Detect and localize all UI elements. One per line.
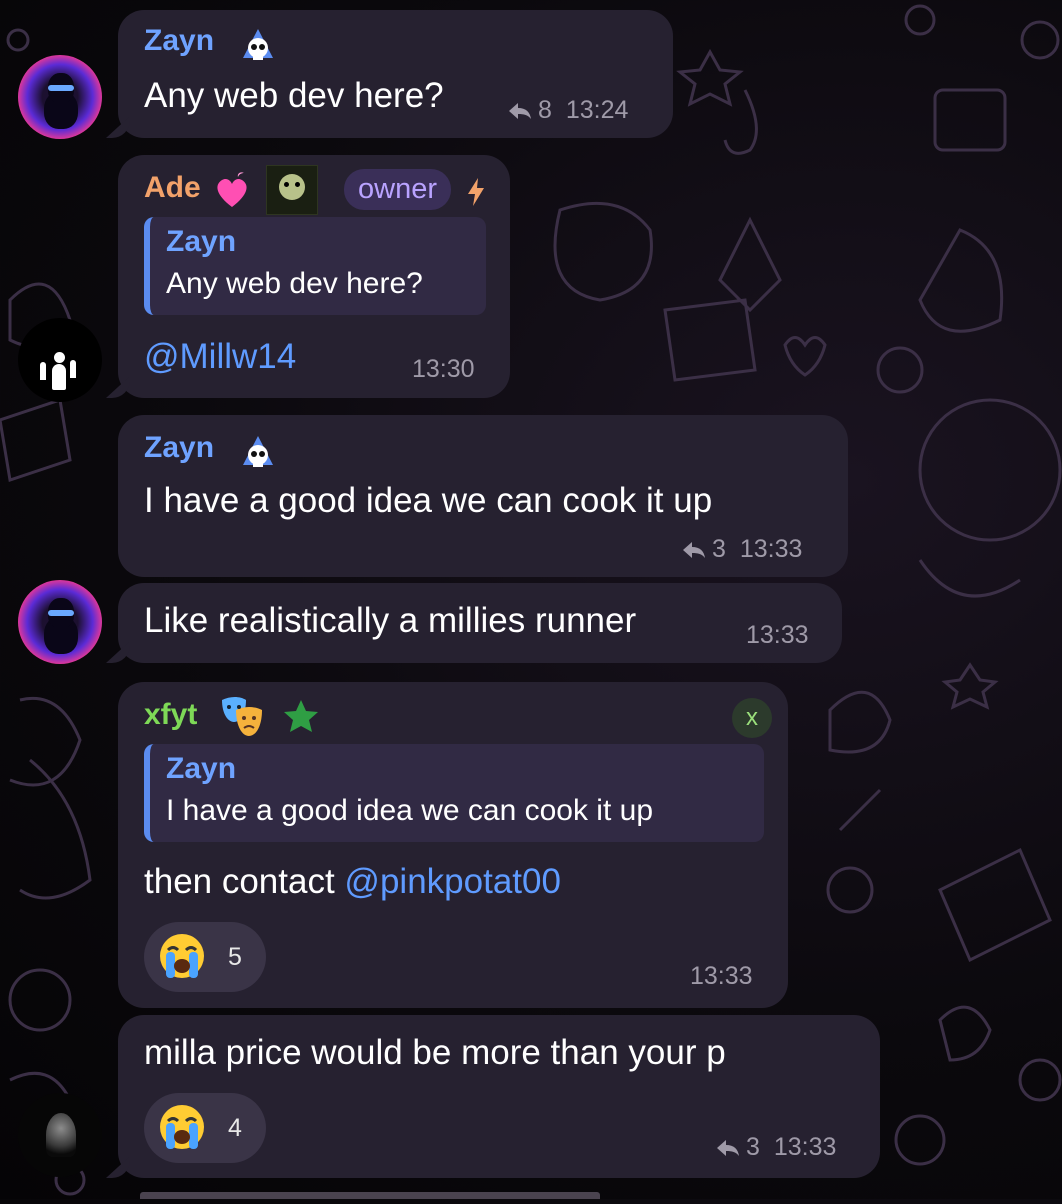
reaction-count: 5 xyxy=(228,943,242,971)
message-time: 13:33 xyxy=(739,535,803,563)
crying-face-icon xyxy=(160,934,204,978)
message-time: 13:24 xyxy=(565,96,629,124)
sticker-image xyxy=(266,165,318,215)
reply-count: 8 xyxy=(538,96,552,124)
message-bubble[interactable]: Ade owner Zayn Any web dev here? @Millw1… xyxy=(118,155,510,398)
heart-icon xyxy=(217,172,247,207)
message-meta[interactable]: 8 13:24 xyxy=(508,96,628,125)
quoted-text: I have a good idea we can cook it up xyxy=(166,794,654,827)
reply-quote[interactable]: Zayn I have a good idea we can cook it u… xyxy=(144,744,764,842)
avatar-zayn[interactable] xyxy=(18,55,102,139)
avatar-user[interactable] xyxy=(18,1093,102,1177)
quoted-sender: Zayn xyxy=(166,752,237,785)
reply-quote[interactable]: Zayn Any web dev here? xyxy=(144,217,486,315)
avatar-zayn[interactable] xyxy=(18,580,102,664)
message-text-prefix: then contact xyxy=(144,862,345,901)
theatre-masks-icon xyxy=(222,697,262,736)
mention-link[interactable]: @Millw14 xyxy=(144,337,296,377)
message-time: 13:33 xyxy=(690,962,753,990)
skull-icon xyxy=(243,29,273,60)
owner-badge: owner xyxy=(344,169,451,210)
message-text: Any web dev here? xyxy=(144,76,444,115)
sender-name[interactable]: Zayn xyxy=(144,431,214,465)
reaction-chip[interactable]: 4 xyxy=(144,1093,266,1163)
next-message-edge xyxy=(140,1192,600,1199)
lightning-icon xyxy=(468,178,484,206)
message-text: Like realistically a millies runner xyxy=(144,601,637,640)
reaction-chip[interactable]: 5 xyxy=(144,922,266,992)
reaction-count: 4 xyxy=(228,1114,242,1142)
message-time: 13:33 xyxy=(746,621,809,649)
skull-icon xyxy=(243,436,273,467)
crying-face-icon xyxy=(160,1105,204,1149)
quoted-text: Any web dev here? xyxy=(166,267,423,300)
reply-arrow-icon xyxy=(717,1140,739,1157)
close-button[interactable]: x xyxy=(732,698,772,738)
sender-name[interactable]: Zayn xyxy=(144,24,214,58)
message-bubble[interactable]: Like realistically a millies runner 13:3… xyxy=(118,583,842,663)
reply-arrow-icon xyxy=(509,103,531,120)
avatar-ade[interactable] xyxy=(18,318,102,402)
reply-arrow-icon xyxy=(683,542,705,559)
sender-name[interactable]: xfyt xyxy=(144,698,197,732)
message-meta[interactable]: 3 13:33 xyxy=(716,1133,836,1162)
message-time: 13:30 xyxy=(412,355,475,383)
message-text: I have a good idea we can cook it up xyxy=(144,481,713,520)
mention-link[interactable]: @pinkpotat00 xyxy=(344,862,561,901)
reply-count: 3 xyxy=(712,535,726,563)
star-icon xyxy=(284,700,318,732)
message-time: 13:33 xyxy=(773,1133,837,1161)
reply-count: 3 xyxy=(746,1133,760,1161)
message-bubble[interactable]: xfyt x Zayn I have a good idea we can co… xyxy=(118,682,788,1008)
quoted-sender: Zayn xyxy=(166,225,237,258)
message-bubble[interactable]: milla price would be more than your p 4 … xyxy=(118,1015,880,1178)
message-bubble[interactable]: Zayn I have a good idea we can cook it u… xyxy=(118,415,848,577)
message-text: then contact @pinkpotat00 xyxy=(144,862,561,902)
message-bubble[interactable]: Zayn Any web dev here? 8 13:24 xyxy=(118,10,673,138)
message-text: milla price would be more than your p xyxy=(144,1033,726,1072)
sender-name[interactable]: Ade xyxy=(144,171,201,205)
message-meta[interactable]: 3 13:33 xyxy=(682,535,802,564)
